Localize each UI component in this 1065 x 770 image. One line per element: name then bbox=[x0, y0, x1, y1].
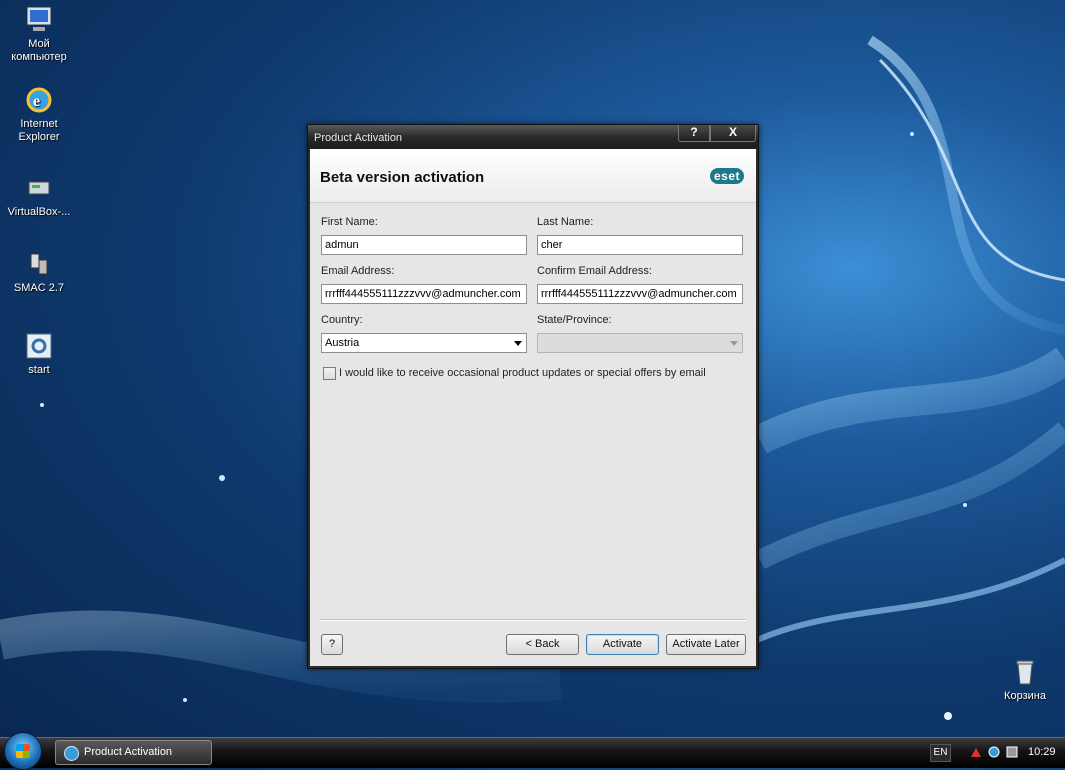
help-title-button[interactable]: ? bbox=[678, 125, 710, 142]
activate-later-button[interactable]: Activate Later bbox=[666, 634, 746, 655]
first-name-input[interactable]: admun bbox=[321, 235, 527, 255]
last-name-label: Last Name: bbox=[537, 216, 594, 228]
help-button[interactable]: ? bbox=[321, 634, 343, 655]
computer-icon bbox=[23, 4, 55, 36]
desktop-icon-label: Internet Explorer bbox=[18, 118, 60, 143]
eset-icon bbox=[64, 746, 79, 761]
window-title: Product Activation bbox=[314, 132, 403, 144]
country-selected-value: Austria bbox=[325, 337, 360, 349]
desktop-icon-label: Корзина bbox=[1004, 690, 1046, 702]
state-select bbox=[537, 333, 743, 353]
desktop-icon-label: start bbox=[28, 364, 50, 376]
desktop-icon-internet-explorer[interactable]: e Internet Explorer bbox=[2, 84, 76, 144]
network-icon[interactable] bbox=[970, 746, 982, 758]
start-button[interactable] bbox=[4, 732, 42, 770]
eset-tray-icon[interactable] bbox=[988, 746, 1000, 758]
email-input[interactable]: rrrfff444555111zzzvvv@admuncher.com bbox=[321, 284, 527, 304]
optin-checkbox[interactable] bbox=[323, 367, 336, 380]
chevron-down-icon bbox=[514, 341, 522, 346]
back-button[interactable]: < Back bbox=[506, 634, 579, 655]
title-bar[interactable]: Product Activation ? X bbox=[308, 125, 758, 149]
svg-text:e: e bbox=[33, 93, 40, 110]
desktop-icon-my-computer[interactable]: Мой компьютер bbox=[2, 4, 76, 64]
email-label: Email Address: bbox=[321, 265, 395, 277]
windows-logo-icon bbox=[16, 744, 30, 758]
last-name-input[interactable]: cher bbox=[537, 235, 743, 255]
close-button[interactable]: X bbox=[710, 125, 756, 142]
country-label: Country: bbox=[321, 314, 363, 326]
footer-divider bbox=[320, 619, 746, 621]
confirm-email-input[interactable]: rrrfff444555111zzzvvv@admuncher.com bbox=[537, 284, 743, 304]
virtualbox-icon bbox=[23, 172, 55, 204]
dialog-header: Beta version activation eset bbox=[310, 149, 756, 203]
activate-button[interactable]: Activate bbox=[586, 634, 659, 655]
desktop-icon-recycle-bin[interactable]: Корзина bbox=[988, 656, 1062, 703]
dialog-client-area: Beta version activation eset First Name:… bbox=[310, 149, 756, 666]
product-activation-window: Product Activation ? X Beta version acti… bbox=[307, 124, 759, 669]
taskbar: Product Activation EN 10:29 bbox=[0, 732, 1065, 770]
state-label: State/Province: bbox=[537, 314, 612, 326]
first-name-label: First Name: bbox=[321, 216, 378, 228]
eset-logo: eset bbox=[709, 168, 744, 184]
country-select[interactable]: Austria bbox=[321, 333, 527, 353]
language-indicator[interactable]: EN bbox=[930, 744, 951, 762]
desktop-icon-label: SMAC 2.7 bbox=[13, 282, 65, 294]
smac-icon bbox=[23, 248, 55, 280]
clock[interactable]: 10:29 bbox=[1028, 746, 1056, 758]
page-title: Beta version activation bbox=[320, 169, 485, 186]
gear-icon bbox=[23, 330, 55, 362]
settings-tray-icon[interactable] bbox=[1006, 746, 1018, 758]
desktop-icon-label: Мой компьютер bbox=[11, 38, 67, 63]
desktop-icon-smac[interactable]: SMAC 2.7 bbox=[2, 248, 76, 295]
taskbar-item-product-activation[interactable]: Product Activation bbox=[55, 740, 212, 765]
optin-label[interactable]: I would like to receive occasional produ… bbox=[339, 367, 706, 379]
recycle-bin-icon bbox=[1009, 656, 1041, 688]
desktop-icon-label: VirtualBox-... bbox=[7, 206, 71, 218]
desktop-icon-virtualbox[interactable]: VirtualBox-... bbox=[2, 172, 76, 219]
desktop-icon-start[interactable]: start bbox=[2, 330, 76, 377]
confirm-email-label: Confirm Email Address: bbox=[537, 265, 652, 277]
taskbar-item-label: Product Activation bbox=[84, 746, 173, 758]
internet-explorer-icon: e bbox=[23, 84, 55, 116]
chevron-down-icon bbox=[730, 341, 738, 346]
